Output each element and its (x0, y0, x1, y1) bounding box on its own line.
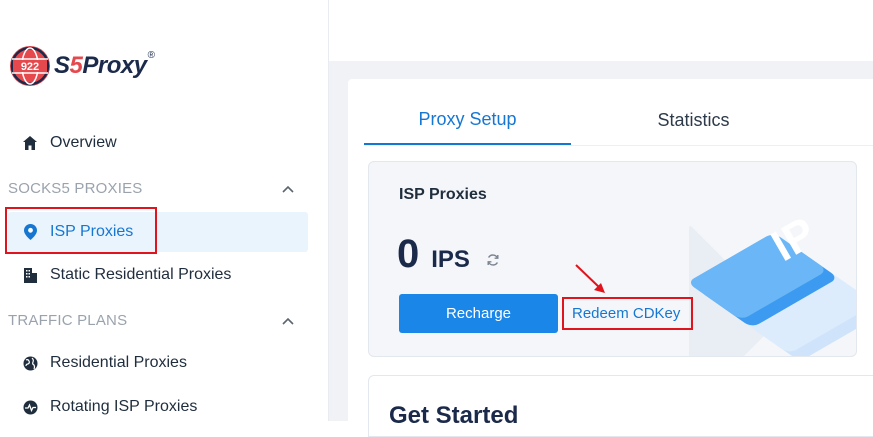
globe-logo-icon: 922 (10, 46, 50, 86)
pulse-icon (22, 399, 38, 415)
registered-mark: ® (147, 50, 155, 61)
chevron-up-icon[interactable] (282, 312, 294, 329)
top-bar (329, 0, 873, 61)
ip-count-unit: IPS (431, 246, 470, 273)
sidebar-item-overview[interactable]: Overview (8, 123, 308, 163)
annotation-highlight-isp-proxies (5, 207, 157, 254)
sidebar-item-residential-proxies[interactable]: Residential Proxies (8, 343, 308, 383)
sidebar-item-static-residential-proxies[interactable]: Static Residential Proxies (8, 255, 308, 295)
brand-name-suffix: Proxy (82, 52, 147, 79)
ip-count-value: 0 (397, 232, 420, 276)
tab-bar: Proxy Setup Statistics (364, 95, 873, 146)
building-icon (22, 267, 38, 283)
section-socks5-proxies[interactable]: SOCKS5 PROXIES (8, 178, 298, 198)
refresh-icon[interactable] (486, 253, 500, 267)
ip-illustration: IP (689, 208, 856, 356)
ip-count: 0 IPS (397, 232, 500, 277)
get-started-card: Get Started (368, 375, 873, 437)
globe-icon (22, 355, 38, 371)
section-label: SOCKS5 PROXIES (8, 179, 143, 197)
chevron-up-icon[interactable] (282, 180, 294, 197)
recharge-button[interactable]: Recharge (399, 294, 558, 333)
home-icon (22, 135, 38, 151)
sidebar-item-label: Static Residential Proxies (50, 266, 232, 283)
sidebar-item-label: Overview (50, 134, 117, 151)
tab-proxy-setup[interactable]: Proxy Setup (364, 95, 571, 145)
sidebar-item-label: Rotating ISP Proxies (50, 398, 198, 415)
brand-name: S5Proxy (54, 52, 147, 80)
annotation-arrow-icon (575, 264, 605, 293)
card-title: ISP Proxies (399, 186, 487, 203)
brand-name-five: 5 (69, 52, 83, 79)
logo-badge-text: 922 (21, 61, 39, 73)
section-label: TRAFFIC PLANS (8, 311, 128, 329)
sidebar-item-rotating-isp-proxies[interactable]: Rotating ISP Proxies (8, 387, 308, 427)
brand-name-prefix: S (54, 52, 70, 79)
section-traffic-plans[interactable]: TRAFFIC PLANS (8, 310, 298, 330)
sidebar-item-label: Residential Proxies (50, 354, 187, 371)
get-started-title: Get Started (389, 402, 519, 429)
tab-statistics[interactable]: Statistics (591, 95, 796, 145)
brand-logo[interactable]: 922 S5Proxy ® (10, 46, 155, 86)
annotation-highlight-redeem-cdkey (562, 297, 693, 330)
